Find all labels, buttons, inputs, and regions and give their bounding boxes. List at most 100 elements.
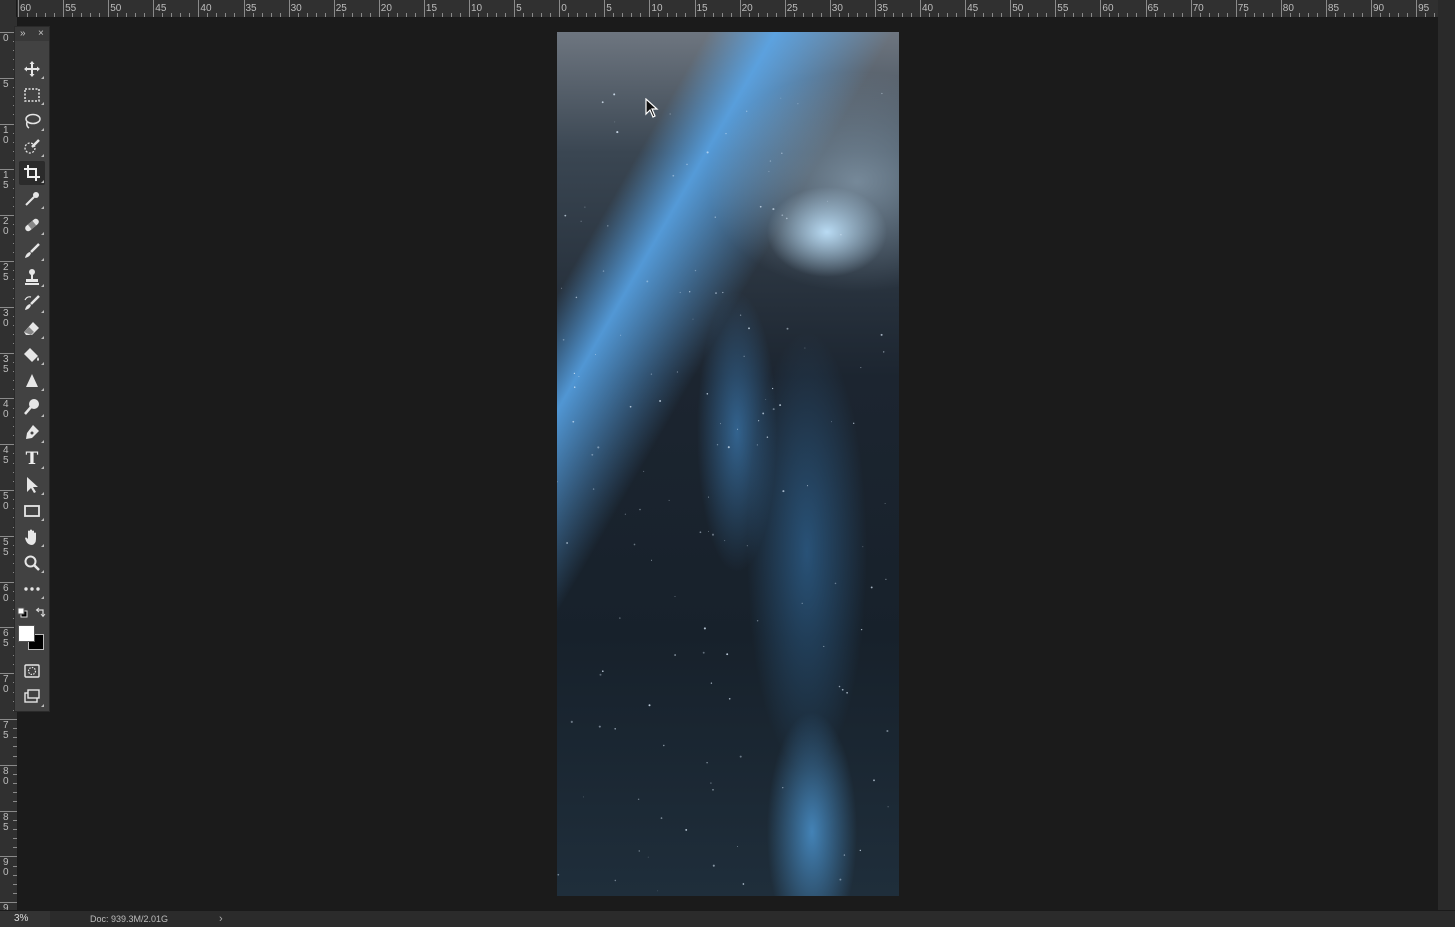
path-selection-tool[interactable] — [19, 473, 45, 497]
ruler-minor-tick — [432, 13, 434, 17]
ruler-minor-tick — [13, 801, 17, 803]
ruler-minor-tick — [13, 728, 17, 730]
star — [708, 531, 709, 533]
history-brush-icon — [24, 295, 40, 310]
lasso-tool[interactable] — [19, 109, 45, 133]
ruler-major-tick — [469, 0, 470, 17]
history-brush-tool[interactable] — [19, 291, 45, 315]
status-menu-arrow-icon[interactable]: › — [219, 911, 223, 927]
quick-mask-button[interactable] — [19, 659, 45, 683]
crop-tool[interactable] — [19, 161, 45, 185]
eraser-icon — [24, 322, 39, 335]
ruler-minor-tick — [1199, 13, 1201, 17]
ruler-label: 5 5 — [3, 536, 9, 558]
type-tool[interactable]: T — [19, 447, 45, 471]
quick-selection-tool[interactable] — [19, 135, 45, 159]
ruler-minor-tick — [910, 13, 912, 17]
ruler-major-tick — [784, 0, 786, 17]
star — [860, 628, 863, 631]
ruler-minor-tick — [1118, 13, 1120, 17]
star — [597, 446, 600, 449]
ruler-label: 7 5 — [3, 720, 9, 741]
ruler-label: 45 — [967, 3, 979, 14]
star — [672, 174, 675, 177]
collapse-icon[interactable]: » — [20, 27, 26, 41]
paint-bucket-tool[interactable] — [19, 343, 45, 367]
ruler-minor-tick — [144, 13, 146, 17]
ruler-major-tick — [1416, 0, 1418, 17]
ruler-origin[interactable] — [0, 0, 17, 17]
ruler-minor-tick — [613, 13, 615, 17]
ruler-label: 55 — [65, 3, 77, 14]
ruler-major-tick — [63, 0, 65, 17]
ruler-minor-tick — [505, 13, 507, 17]
star — [601, 101, 604, 104]
pen-tool[interactable] — [19, 421, 45, 445]
star — [703, 627, 706, 630]
star — [639, 508, 641, 511]
ruler-minor-tick — [757, 13, 759, 17]
star — [870, 586, 873, 589]
screen-mode-button[interactable] — [19, 685, 45, 709]
ruler-minor-tick — [721, 13, 723, 17]
tools-panel-header[interactable]: » × — [15, 27, 49, 41]
brush-tool[interactable] — [19, 239, 45, 263]
document-image[interactable] — [557, 32, 899, 896]
default-colors-icon[interactable] — [17, 607, 28, 618]
star — [591, 453, 594, 456]
star — [711, 533, 715, 536]
ruler-minor-tick — [1001, 13, 1003, 17]
star — [651, 559, 652, 561]
swap-colors-icon[interactable] — [35, 607, 46, 618]
ruler-label: 40 — [200, 3, 212, 14]
star — [562, 338, 565, 341]
star — [715, 292, 717, 295]
ruler-major-tick — [604, 0, 606, 17]
ruler-major-tick — [739, 0, 741, 17]
ruler-minor-tick — [523, 13, 525, 17]
ruler-minor-tick — [1262, 13, 1264, 17]
star — [584, 206, 586, 208]
dodge-tool[interactable] — [19, 395, 45, 419]
foreground-color-swatch[interactable] — [18, 625, 35, 642]
move-tool[interactable] — [19, 57, 45, 81]
marquee-tool[interactable] — [19, 83, 45, 107]
close-icon[interactable]: × — [38, 27, 44, 41]
type-icon: T — [25, 449, 39, 469]
ruler-minor-tick — [387, 13, 389, 17]
eyedropper-tool[interactable] — [19, 187, 45, 211]
ruler-minor-tick — [405, 13, 407, 17]
star — [886, 729, 889, 733]
star — [748, 327, 750, 330]
ruler-label: 5 0 — [3, 491, 9, 512]
star — [846, 692, 848, 694]
star — [859, 849, 861, 852]
clone-stamp-tool[interactable] — [19, 265, 45, 289]
edit-toolbar[interactable] — [19, 577, 45, 601]
ruler-major-tick — [198, 0, 200, 17]
eraser-tool[interactable] — [19, 317, 45, 341]
ruler-major-tick — [965, 0, 967, 17]
ruler-label: 20 — [741, 3, 753, 14]
star — [772, 408, 775, 411]
star — [689, 291, 691, 293]
star — [582, 796, 584, 798]
star — [779, 404, 782, 407]
rectangle-tool[interactable] — [19, 499, 45, 523]
horizontal-ruler[interactable]: 60 55 50 45 40 35 30 25 20 15 10 5 0 5 10 15 20 25 30 35 40 4… — [0, 0, 1438, 18]
star — [648, 704, 651, 707]
ruler-minor-tick — [162, 13, 164, 17]
blur-tool[interactable] — [19, 369, 45, 393]
ruler-minor-tick — [956, 13, 958, 17]
healing-brush-tool[interactable] — [19, 213, 45, 237]
zoom-level-field[interactable]: 3% — [0, 911, 50, 927]
ruler-label: 2 5 — [3, 262, 9, 283]
ruler-label: 35 — [876, 3, 889, 14]
hand-tool[interactable] — [19, 525, 45, 549]
star — [692, 318, 694, 320]
ruler-label: 70 — [1192, 3, 1204, 14]
star — [724, 540, 726, 542]
ruler-minor-tick — [13, 874, 17, 876]
star — [614, 879, 617, 882]
zoom-tool[interactable] — [19, 551, 45, 575]
